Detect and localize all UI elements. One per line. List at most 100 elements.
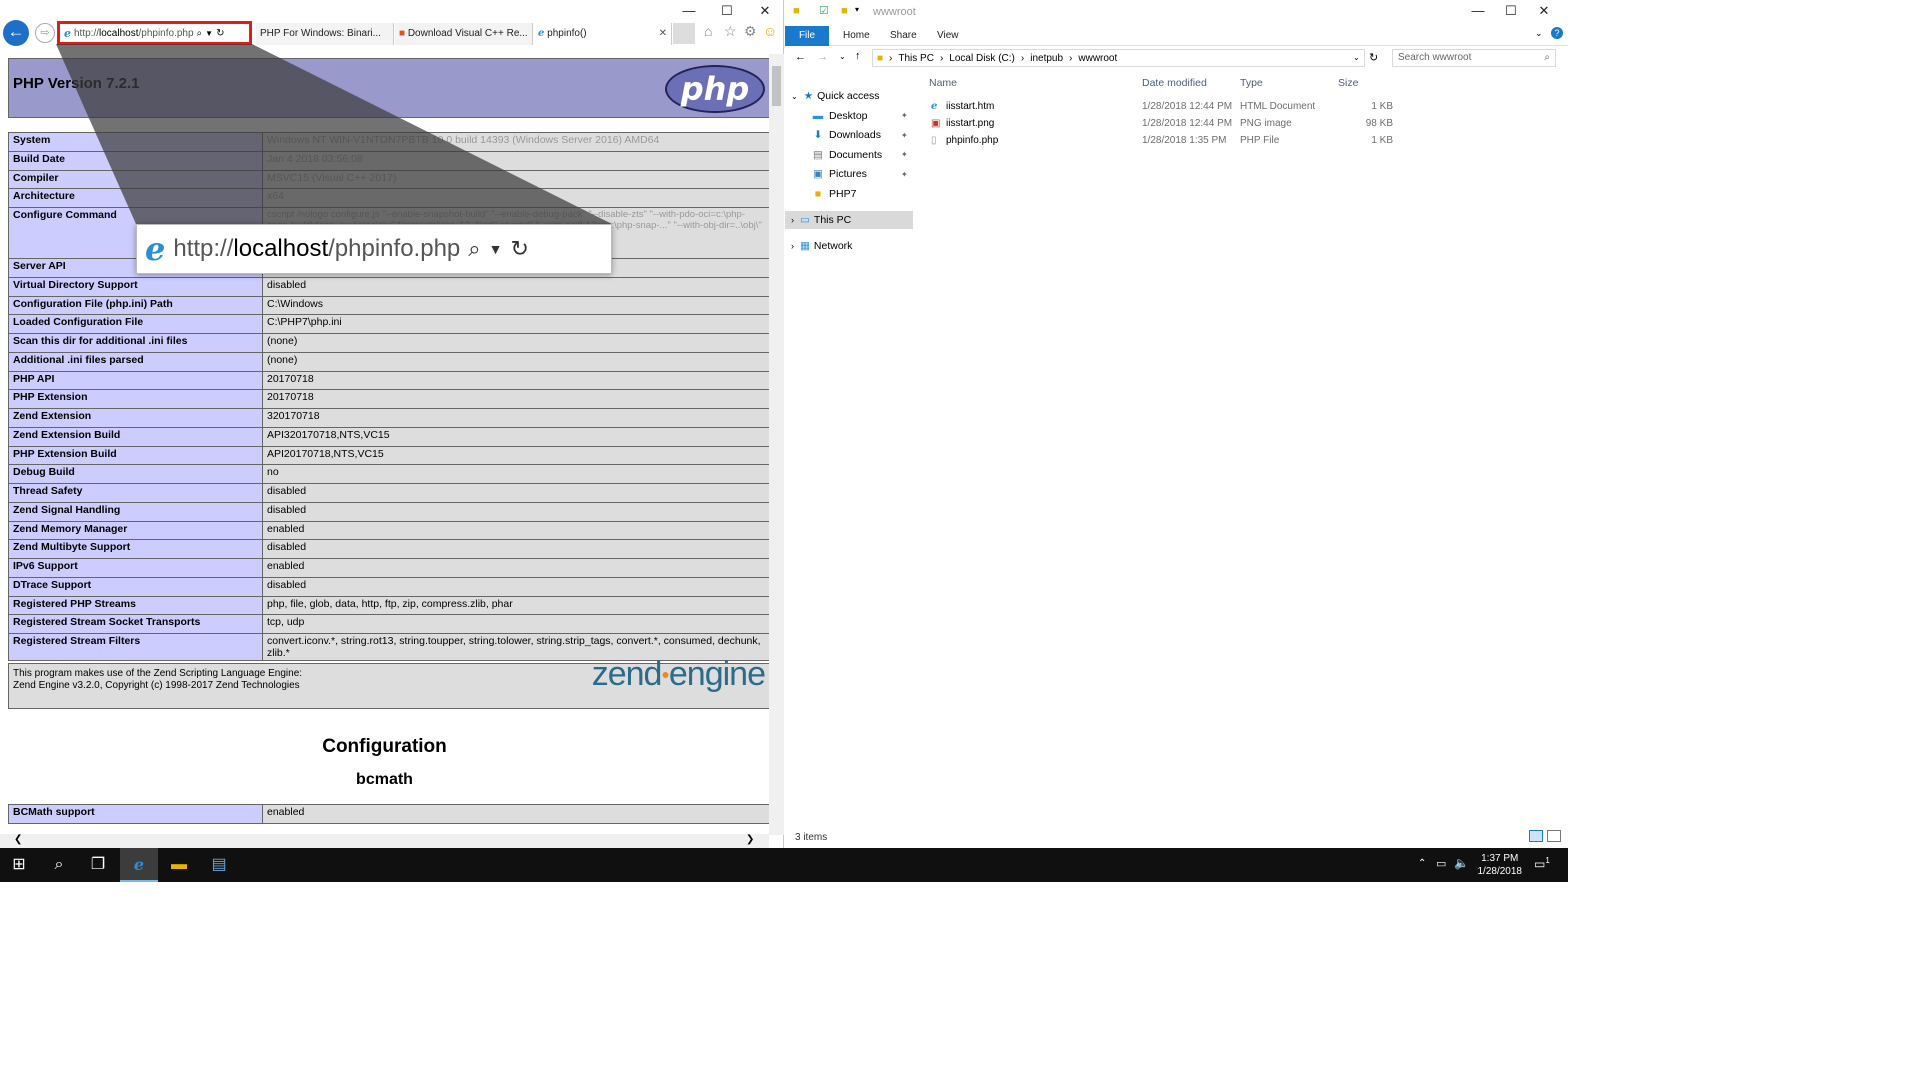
- tab-file[interactable]: File: [785, 26, 829, 46]
- zoomed-address-bar: e http://localhost/phpinfo.php ⌕ ▼ ↻: [136, 224, 612, 274]
- nav-desktop[interactable]: ▬ Desktop: [811, 107, 868, 125]
- tab-phpinfo[interactable]: e phpinfo() ✕: [534, 23, 672, 45]
- show-hidden-icons-chevron[interactable]: ⌃: [1418, 858, 1426, 869]
- nav-downloads[interactable]: ⬇ Downloads: [811, 126, 881, 144]
- scroll-left-icon[interactable]: ❮: [14, 834, 22, 845]
- refresh-icon[interactable]: ↻: [1369, 51, 1378, 64]
- nav-network[interactable]: › ▦ Network: [791, 237, 852, 255]
- properties-icon[interactable]: ☑: [819, 4, 829, 17]
- nav-quick-access[interactable]: ⌄ ★ Quick access: [791, 87, 880, 105]
- pin-icon: ✦: [901, 111, 908, 120]
- refresh-icon[interactable]: ↻: [216, 28, 224, 39]
- start-windows-icon[interactable]: ⊞: [0, 848, 38, 882]
- explorer-title-bar: ■ ☑ ■ ▾ wwwroot — ☐ ✕: [785, 0, 1568, 24]
- new-folder-icon[interactable]: ■: [841, 5, 848, 17]
- search-input[interactable]: Search wwwroot ⌕: [1392, 49, 1556, 67]
- task-view-icon[interactable]: ❐: [79, 848, 117, 882]
- favorites-star-icon[interactable]: ☆: [724, 23, 737, 40]
- forward-button[interactable]: ⇨: [35, 23, 55, 43]
- address-bar[interactable]: e http://localhost/phpinfo.php ⌕ ▼ ↻: [57, 21, 252, 45]
- server-manager-taskbar-icon[interactable]: ▤: [200, 848, 238, 882]
- desktop-icon: ▬: [812, 110, 824, 122]
- file-row-phpinfo-php[interactable]: ▯ phpinfo.php 1/28/2018 1:35 PM PHP File…: [913, 132, 1563, 149]
- smiley-feedback-icon[interactable]: ☺: [763, 23, 777, 39]
- expand-chevron-icon[interactable]: ⌄: [791, 92, 798, 101]
- column-header-name[interactable]: Name: [929, 77, 957, 89]
- maximize-button[interactable]: ☐: [1496, 2, 1526, 20]
- tab-php-for-windows[interactable]: PHP For Windows: Binari...: [256, 23, 394, 45]
- file-size: 98 KB: [1365, 118, 1393, 129]
- column-header-size[interactable]: Size: [1338, 77, 1358, 89]
- ribbon-expand-icon[interactable]: ⌄: [1535, 28, 1543, 39]
- nav-this-pc[interactable]: › ▭ This PC: [785, 211, 913, 229]
- file-row-iisstart-png[interactable]: ▣ iisstart.png 1/28/2018 12:44 PM PNG im…: [913, 115, 1563, 132]
- tab-home[interactable]: Home: [835, 26, 878, 46]
- table-cell-value: tcp, udp: [262, 614, 769, 634]
- settings-gear-icon[interactable]: ⚙: [744, 23, 757, 40]
- quick-access-toolbar-chevron-icon[interactable]: ▾: [855, 5, 859, 14]
- scroll-right-icon[interactable]: ❯: [746, 834, 754, 845]
- ie-logo-icon: e: [64, 26, 71, 40]
- back-button[interactable]: ←: [3, 20, 29, 46]
- address-url[interactable]: http://localhost/phpinfo.php: [74, 28, 194, 39]
- search-icon[interactable]: ⌕: [40, 848, 78, 882]
- details-view-icon[interactable]: [1529, 830, 1543, 842]
- minimize-button[interactable]: —: [1463, 2, 1493, 20]
- home-icon[interactable]: ⌂: [704, 23, 712, 39]
- address-dropdown-icon[interactable]: ⌄: [1353, 53, 1360, 62]
- file-size: 1 KB: [1371, 101, 1393, 112]
- up-arrow-icon[interactable]: ↑: [855, 50, 861, 62]
- table-row: PHP Extension 20170718: [8, 389, 769, 409]
- help-icon[interactable]: ?: [1551, 27, 1563, 39]
- breadcrumb-wwwroot[interactable]: wwwroot: [1078, 53, 1117, 64]
- close-button[interactable]: ✕: [750, 2, 780, 20]
- chevron-down-icon[interactable]: ▼: [205, 29, 213, 38]
- star-icon: ★: [803, 90, 814, 102]
- column-header-type[interactable]: Type: [1240, 77, 1263, 89]
- breadcrumb-this-pc[interactable]: This PC: [898, 53, 934, 64]
- close-button[interactable]: ✕: [1529, 2, 1559, 20]
- ie-taskbar-icon[interactable]: e: [120, 848, 158, 882]
- navigation-pane: ⌄ ★ Quick access ▬ Desktop ⬇ Downloads ▤ Docu…: [785, 78, 913, 838]
- breadcrumb-separator-icon: ›: [889, 52, 893, 64]
- column-header-date[interactable]: Date modified: [1142, 77, 1207, 89]
- maximize-button[interactable]: ☐: [712, 2, 742, 20]
- network-status-icon[interactable]: ▭: [1436, 857, 1446, 870]
- vertical-scrollbar[interactable]: [769, 54, 784, 835]
- recent-locations-chevron-icon[interactable]: ⌄: [839, 52, 846, 61]
- tab-share[interactable]: Share: [882, 26, 925, 46]
- large-icons-view-icon[interactable]: [1547, 830, 1561, 842]
- file-name: phpinfo.php: [946, 135, 999, 146]
- table-cell-value: Windows NT WIN-V1NTON7PBTB 10.0 build 14…: [262, 132, 769, 152]
- minimize-button[interactable]: —: [674, 2, 704, 20]
- ie-logo-icon: e: [145, 230, 166, 268]
- file-explorer-taskbar-icon[interactable]: ▬: [160, 848, 198, 882]
- action-center-icon[interactable]: ▭1: [1534, 856, 1550, 871]
- file-row-iisstart-htm[interactable]: e iisstart.htm 1/28/2018 12:44 PM HTML D…: [913, 98, 1563, 115]
- tab-close-icon[interactable]: ✕: [659, 23, 667, 45]
- breadcrumb-local-disk[interactable]: Local Disk (C:): [949, 53, 1015, 64]
- breadcrumb[interactable]: ■ › This PC › Local Disk (C:) › inetpub …: [872, 49, 1365, 67]
- horizontal-scrollbar[interactable]: ❮ ❯: [0, 834, 769, 848]
- nav-pictures[interactable]: ▣ Pictures: [811, 165, 867, 183]
- volume-muted-icon[interactable]: 🔈: [1454, 856, 1469, 870]
- forward-arrow-icon[interactable]: →: [817, 51, 828, 63]
- file-name: iisstart.png: [946, 118, 995, 129]
- scrollbar-thumb[interactable]: [772, 66, 781, 106]
- pin-icon: ✦: [901, 131, 908, 140]
- back-arrow-icon[interactable]: ←: [795, 51, 806, 63]
- tab-download-vcpp[interactable]: ■ Download Visual C++ Re...: [395, 23, 533, 45]
- table-row: Architecture x64: [8, 188, 769, 208]
- nav-documents[interactable]: ▤ Documents: [811, 146, 882, 164]
- new-tab-button[interactable]: [673, 23, 695, 44]
- table-cell-value: disabled: [262, 539, 769, 559]
- tab-view[interactable]: View: [929, 26, 967, 46]
- nav-php7[interactable]: ■ PHP7: [811, 185, 857, 203]
- table-cell-value: x64: [262, 188, 769, 208]
- system-clock[interactable]: 1:37 PM 1/28/2018: [1478, 852, 1523, 878]
- breadcrumb-inetpub[interactable]: inetpub: [1030, 53, 1063, 64]
- expand-chevron-icon[interactable]: ›: [791, 241, 794, 251]
- search-icon[interactable]: ⌕: [197, 28, 203, 39]
- table-row: Zend Memory Manager enabled: [8, 520, 769, 541]
- expand-chevron-icon[interactable]: ›: [791, 215, 794, 225]
